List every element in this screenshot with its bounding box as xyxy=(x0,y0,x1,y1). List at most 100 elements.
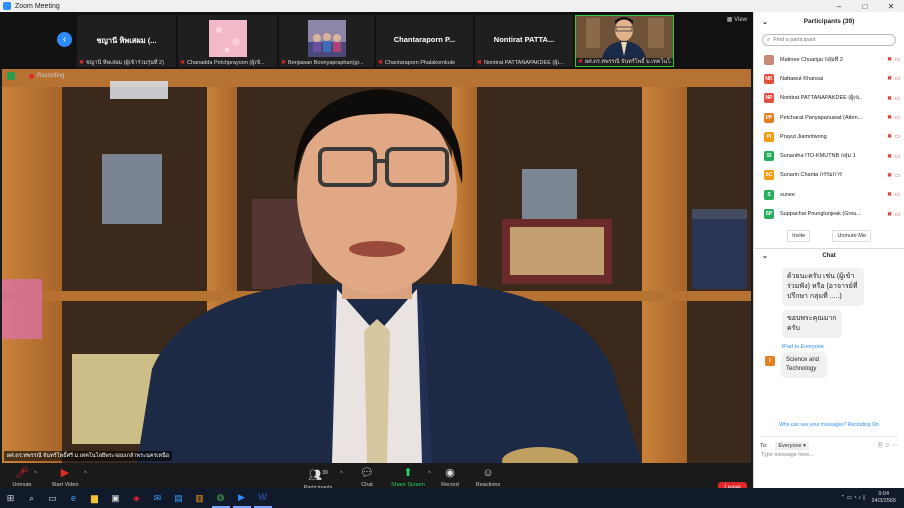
mail-icon[interactable]: ✉ xyxy=(149,488,167,508)
chat-file-icons[interactable]: 🗎 ☺︎ ⋯ xyxy=(878,441,898,451)
search-icon: ⌕ xyxy=(767,36,771,43)
chat-message: ขอบพระคุณมากครับ xyxy=(782,309,842,338)
video-off-icon: ▭ xyxy=(894,115,900,122)
unmute-button[interactable]: 🎤︎ Unmute xyxy=(8,467,36,488)
avatar xyxy=(764,54,774,65)
participants-actions: Invite Unmute Me xyxy=(754,224,904,242)
maximize-button[interactable]: □ xyxy=(852,0,878,12)
word-app-icon[interactable]: ▤ xyxy=(170,488,188,508)
zoom-icon[interactable]: ▶ xyxy=(232,488,251,508)
unmute-me-button[interactable]: Unmute Me xyxy=(832,229,871,242)
avatar: NK xyxy=(764,73,774,84)
participant-row[interactable]: SC Sunarin Chanta กรรมการ ✖ ▭ xyxy=(754,166,904,185)
close-button[interactable]: ✕ xyxy=(878,0,904,12)
muted-mic-icon: ✖ xyxy=(886,95,892,102)
video-thumbnail xyxy=(307,20,346,57)
recording-indicator: Recording xyxy=(7,72,64,80)
participant-row[interactable]: SP Suppachai Pounglunjeak (Grou... ✖ ▭ xyxy=(754,204,904,223)
video-options-caret[interactable]: ^ xyxy=(84,471,87,477)
edge-icon[interactable]: e xyxy=(65,488,83,508)
muted-mic-icon: ✖ xyxy=(886,76,892,83)
active-speaker-video: Recording ผศ.ดร.ทพรรณี จันทร์โพธิ์ศรี ม.… xyxy=(2,69,751,463)
participant-row[interactable]: NP Nontirat PATTANAPAKDEE (ผู้เข... ✖ ▭ xyxy=(754,89,904,108)
chrome-icon[interactable]: ◍ xyxy=(211,488,230,508)
video-thumbnail xyxy=(208,20,247,57)
collapse-chevron-icon[interactable]: ⌄ xyxy=(762,252,768,260)
gallery-tile[interactable]: Nontirat PATTA... ✖ Nontirat PATTANAPAKDE… xyxy=(475,15,573,67)
video-off-icon: ▭ xyxy=(894,153,900,160)
tile-caption: Chanadda Petchprayoon (ผู้เข้... xyxy=(187,59,265,66)
muted-mic-icon: ✖ xyxy=(281,60,287,66)
system-tray: ⌃ ▭ ◔ ♪ ▯ 9:04 24/3/2565 xyxy=(841,488,897,508)
powerpoint-icon[interactable]: ▥ xyxy=(191,488,209,508)
participants-list: Matinee Chuanjai กลุ่มที่ 2 ✖ ▭ NK Nattaw… xyxy=(754,50,904,224)
clock[interactable]: 9:04 24/3/2565 xyxy=(872,491,896,505)
participant-row[interactable]: Matinee Chuanjai กลุ่มที่ 2 ✖ ▭ xyxy=(754,50,904,69)
participants-title: Participants (39) xyxy=(803,18,855,25)
reactions-button[interactable]: ☺︎ Reactions xyxy=(474,467,502,488)
app-icon[interactable]: ◈ xyxy=(128,488,146,508)
minimize-button[interactable]: – xyxy=(826,0,852,12)
participants-caret[interactable]: ^ xyxy=(340,471,343,477)
avatar: S xyxy=(764,189,774,200)
muted-mic-icon: ✖ xyxy=(378,60,384,66)
avatar: PI xyxy=(764,131,774,142)
muted-mic-icon: ✖ xyxy=(886,134,892,141)
zoom-app-icon xyxy=(3,2,11,10)
participant-row[interactable]: NK Nattawut Khansai ✖ ▭ xyxy=(754,69,904,88)
collapse-chevron-icon[interactable]: ⌄ xyxy=(762,18,768,26)
start-video-button[interactable]: ▶︎ Start Video xyxy=(48,467,82,488)
audio-options-caret[interactable]: ^ xyxy=(34,471,37,477)
muted-mic-icon: ✖ xyxy=(886,192,892,199)
file-explorer-icon[interactable]: ▆ xyxy=(86,488,104,508)
avatar: SI xyxy=(764,151,774,162)
participant-row[interactable]: PP Petcharat Panyapanuwat (Atten... ✖ ▭ xyxy=(754,108,904,127)
word-icon[interactable]: W xyxy=(253,488,272,508)
participant-search-input[interactable]: ⌕ Find a participant xyxy=(762,34,896,46)
tile-name: Chantaraporn P... xyxy=(393,35,456,44)
window-controls: – □ ✕ xyxy=(826,0,904,12)
recipient-select[interactable]: Everyone ▾ xyxy=(775,442,809,450)
gallery-tile[interactable]: ✖ Chanadda Petchprayoon (ผู้เข้... xyxy=(178,15,277,67)
windows-start-icon[interactable]: ⊞ xyxy=(2,488,20,508)
muted-mic-icon: ✖ xyxy=(578,59,584,65)
meeting-area: ‹ ชญานี หิพเสผม (... ✖ ชญานี หิพเสผม (ผู้… xyxy=(0,12,753,500)
search-icon[interactable]: ⌕ xyxy=(23,488,41,508)
chat-icon: 💬︎ xyxy=(360,467,374,479)
share-screen-icon: ⬆︎ xyxy=(403,467,413,479)
os-taskbar: ⊞ ⌕ ▭ e ▆ ▣ ◈ ✉ ▤ ▥ ◍ ▶ W ⌃ ▭ ◔ ♪ ▯ 9:04… xyxy=(0,488,904,508)
muted-mic-icon: ✖ xyxy=(886,57,892,64)
chat-header: ⌄ Chat xyxy=(754,247,904,264)
share-screen-button[interactable]: ⬆︎ Share Screen xyxy=(390,467,426,488)
video-off-icon: ▭ xyxy=(894,57,900,64)
gallery-tile[interactable]: ชญานี หิพเสผม (... ✖ ชญานี หิพเสผม (ผู้เข… xyxy=(77,15,176,67)
chat-recipient-row: To: Everyone ▾ 🗎 ☺︎ ⋯ xyxy=(760,436,898,451)
participant-row[interactable]: SI Sunantha ITO-KMUTNB กลุ่ม 1 ✖ ▭ xyxy=(754,146,904,165)
muted-mic-icon: 🎤︎ xyxy=(15,467,29,479)
gallery-prev-button[interactable]: ‹ xyxy=(57,32,72,47)
gallery-tile-active-speaker[interactable]: ✖ผศ.ดร.ทพรรณี จันทร์โพธิ์ ม.เทคโนโลยี... xyxy=(575,15,674,67)
window-title: Zoom Meeting xyxy=(15,2,60,10)
participant-row[interactable]: S sunee ✖ ▭ xyxy=(754,185,904,204)
video-icon: ▭ xyxy=(894,172,900,179)
tray-icons[interactable]: ⌃ ▭ ◔ ♪ ▯ xyxy=(841,495,866,501)
invite-button[interactable]: Invite xyxy=(787,229,811,242)
avatar: NP xyxy=(764,93,774,104)
muted-mic-icon: ✖ xyxy=(886,115,892,122)
speaker-name-caption: ผศ.ดร.ทพรรณี จันทร์โพธิ์ศรี ม.เทคโนโลยีพ… xyxy=(4,451,173,461)
muted-mic-icon: ✖ xyxy=(886,172,892,179)
muted-mic-icon: ✖ xyxy=(886,211,892,218)
store-icon[interactable]: ▣ xyxy=(107,488,125,508)
who-can-see-link[interactable]: Who can see your messages? Recording On xyxy=(754,422,904,428)
gallery-strip: ‹ ชญานี หิพเสผม (... ✖ ชญานี หิพเสผม (ผู้… xyxy=(0,12,753,69)
gallery-tile[interactable]: Chantaraporn P... ✖ Chantaraporn Phalakor… xyxy=(376,15,473,67)
chat-input[interactable]: Type message here... xyxy=(761,452,814,458)
participant-row[interactable]: PI Prayut Jiamritwong ✖ ▭ xyxy=(754,127,904,146)
share-options-caret[interactable]: ^ xyxy=(428,471,431,477)
video-thumbnail xyxy=(576,16,673,58)
chat-button[interactable]: 💬︎ Chat xyxy=(355,467,379,488)
task-view-icon[interactable]: ▭ xyxy=(44,488,62,508)
record-button[interactable]: ◉ Record xyxy=(438,467,462,488)
view-button[interactable]: ▦ View xyxy=(727,16,747,23)
gallery-tile[interactable]: ✖ Benjawan Boonyapraphan(gr... xyxy=(279,15,374,67)
